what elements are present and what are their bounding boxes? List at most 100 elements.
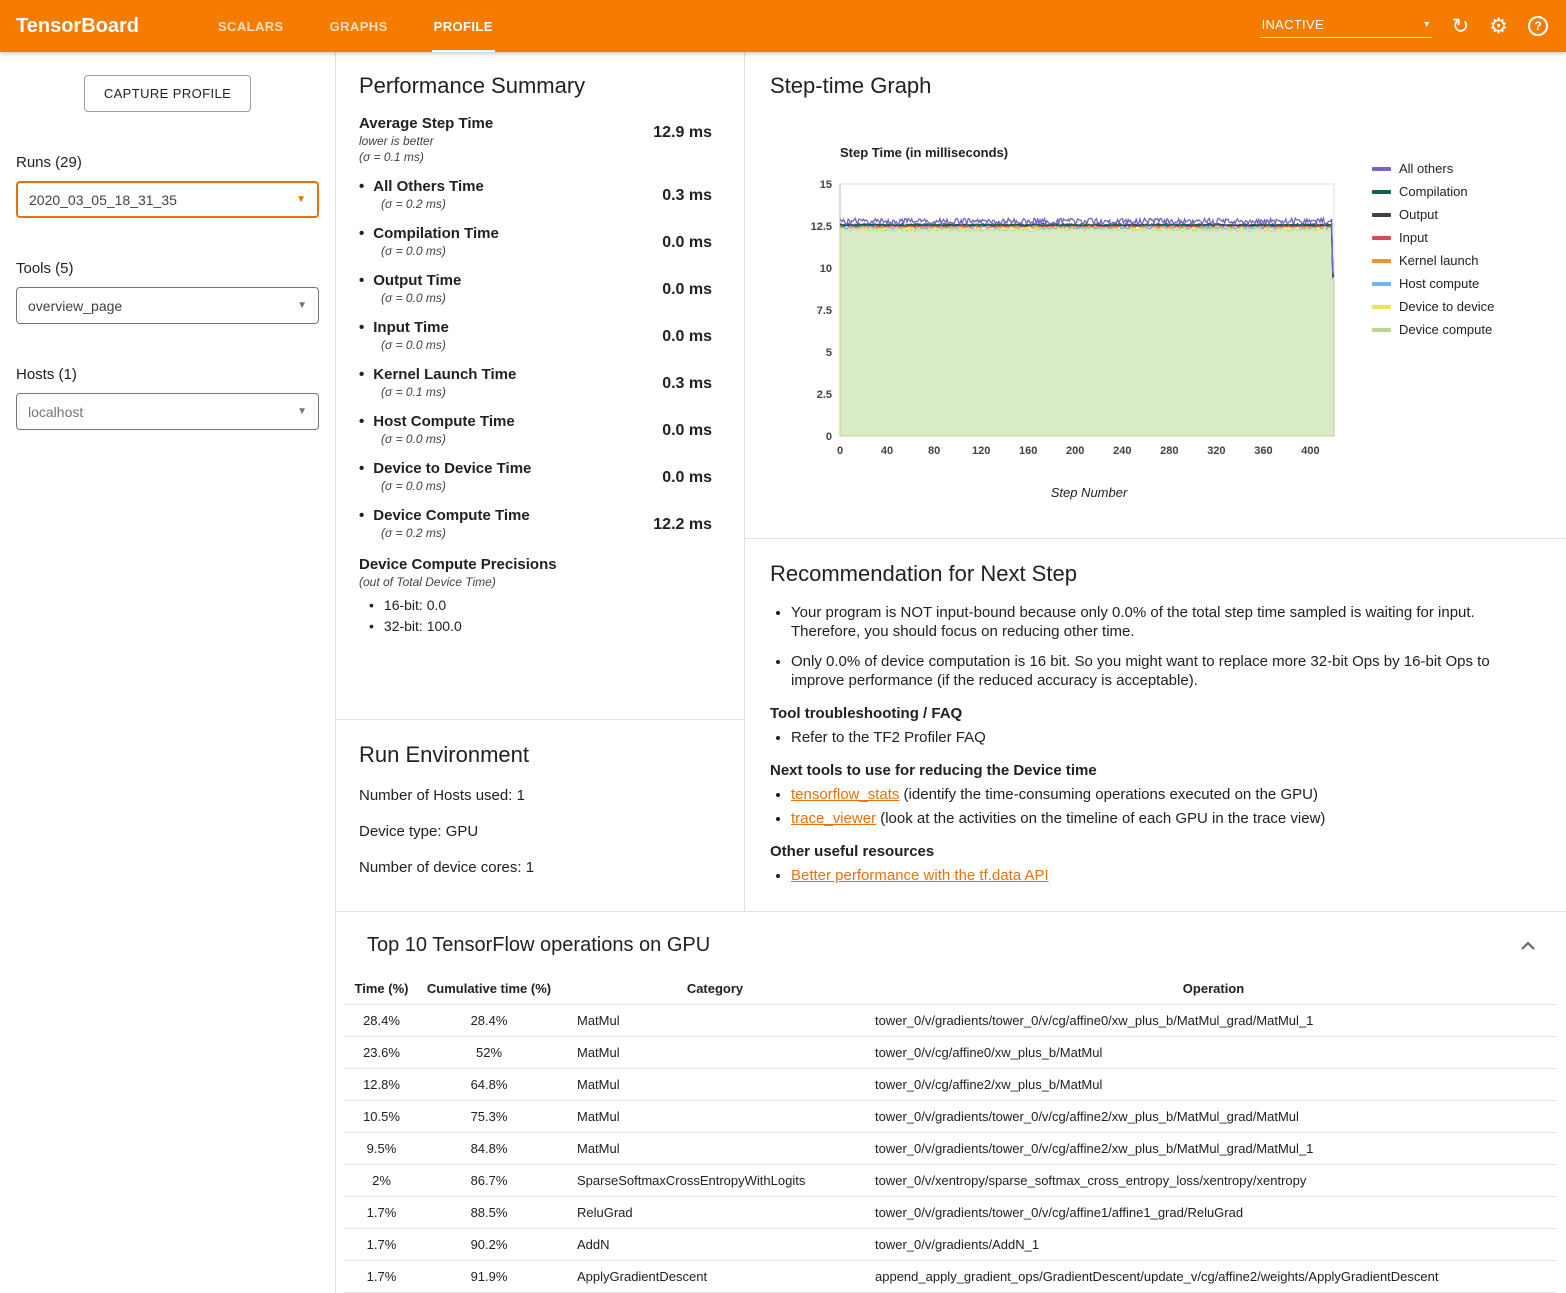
bullet-icon: • <box>359 460 364 477</box>
reload-status-label: INACTIVE <box>1262 17 1324 32</box>
next-tool-desc: (identify the time-consuming operations … <box>899 786 1318 803</box>
metric-value: 12.9 ms <box>653 124 712 164</box>
tab-graphs[interactable]: GRAPHS <box>307 0 411 52</box>
capture-profile-button[interactable]: CAPTURE PROFILE <box>84 75 251 112</box>
precision-32bit: •32-bit: 100.0 <box>369 618 728 634</box>
runs-label: Runs (29) <box>16 154 319 171</box>
metric-sigma: (σ = 0.1 ms) <box>381 385 516 399</box>
perf-metric-info: •Host Compute Time(σ = 0.0 ms) <box>359 413 515 446</box>
trace-viewer-link[interactable]: trace_viewer <box>791 810 876 827</box>
collapse-chevron-up-icon[interactable] <box>1516 937 1540 955</box>
cell-time: 9.5% <box>344 1133 419 1165</box>
cell-cumulative: 90.2% <box>419 1229 559 1261</box>
legend-swatch-icon <box>1372 236 1391 240</box>
cell-operation: tower_0/v/gradients/tower_0/v/cg/affine2… <box>871 1101 1556 1133</box>
performance-summary-card: Performance Summary Average Step Time lo… <box>336 52 744 720</box>
average-step-time-info: Average Step Time lower is better (σ = 0… <box>359 115 493 164</box>
page-layout: CAPTURE PROFILE Runs (29) 2020_03_05_18_… <box>0 52 1566 1293</box>
reload-status-select[interactable]: INACTIVE ▾ <box>1260 15 1432 38</box>
cell-cumulative: 75.3% <box>419 1101 559 1133</box>
svg-text:120: 120 <box>972 445 990 457</box>
perf-metric-row: •Compilation Time(σ = 0.0 ms)0.0 ms <box>359 225 728 258</box>
rec-bullet-16bit: Only 0.0% of device computation is 16 bi… <box>791 652 1526 690</box>
legend-label: Host compute <box>1399 276 1479 291</box>
precisions-title: Device Compute Precisions <box>359 556 728 573</box>
svg-text:280: 280 <box>1160 445 1178 457</box>
perf-metric-row: •All Others Time(σ = 0.2 ms)0.3 ms <box>359 178 728 211</box>
metric-sigma: (σ = 0.1 ms) <box>359 150 493 164</box>
gear-icon[interactable]: ⚙ <box>1489 16 1508 37</box>
legend-label: Compilation <box>1399 184 1468 199</box>
table-row: 23.6%52%MatMultower_0/v/cg/affine0/xw_pl… <box>344 1037 1556 1069</box>
resources-heading: Other useful resources <box>770 843 1526 860</box>
recommendation-card: Recommendation for Next Step Your progra… <box>745 539 1566 911</box>
metric-sigma: (σ = 0.0 ms) <box>381 244 499 258</box>
bullet-icon: • <box>359 272 364 289</box>
cell-category: MatMul <box>559 1133 871 1165</box>
hosts-select[interactable]: localhost ▼ <box>16 393 319 430</box>
step-time-graph-title: Step-time Graph <box>770 73 1566 99</box>
metric-sigma: (σ = 0.2 ms) <box>381 526 530 540</box>
tools-select[interactable]: overview_page ▼ <box>16 287 319 324</box>
main-nav: SCALARS GRAPHS PROFILE <box>195 0 516 52</box>
tools-group: Tools (5) overview_page ▼ <box>16 260 319 324</box>
performance-summary-title: Performance Summary <box>359 73 728 99</box>
header-time: Time (%) <box>344 973 419 1005</box>
env-device-type-line: Device type: GPU <box>359 823 728 840</box>
legend-item: Input <box>1372 230 1494 245</box>
table-row: 1.7%91.9%ApplyGradientDescentappend_appl… <box>344 1261 1556 1293</box>
metric-note: lower is better <box>359 134 493 148</box>
cell-cumulative: 28.4% <box>419 1005 559 1037</box>
chevron-down-icon: ▾ <box>1424 19 1429 30</box>
metric-value: 0.0 ms <box>662 469 712 493</box>
metric-label: •Device to Device Time <box>359 460 531 477</box>
run-environment-card: Run Environment Number of Hosts used: 1 … <box>336 720 744 911</box>
left-column: Performance Summary Average Step Time lo… <box>336 52 745 911</box>
table-row: 1.7%88.5%ReluGradtower_0/v/gradients/tow… <box>344 1197 1556 1229</box>
chart-legend: All othersCompilationOutputInputKernel l… <box>1372 161 1494 500</box>
cell-category: MatMul <box>559 1005 871 1037</box>
next-tool-item: tensorflow_stats (identify the time-cons… <box>791 785 1526 804</box>
tab-scalars[interactable]: SCALARS <box>195 0 307 52</box>
chevron-down-icon: ▼ <box>297 406 307 417</box>
bullet-icon: • <box>369 618 374 634</box>
cell-cumulative: 52% <box>419 1037 559 1069</box>
chart-x-axis-label: Step Number <box>794 485 1354 500</box>
metric-sigma: (σ = 0.0 ms) <box>381 291 461 305</box>
bullet-icon: • <box>359 178 364 195</box>
table-row: 12.8%64.8%MatMultower_0/v/cg/affine2/xw_… <box>344 1069 1556 1101</box>
perf-metric-row: •Input Time(σ = 0.0 ms)0.0 ms <box>359 319 728 352</box>
bullet-icon: • <box>369 597 374 613</box>
tools-label: Tools (5) <box>16 260 319 277</box>
cell-time: 1.7% <box>344 1229 419 1261</box>
help-icon[interactable]: ? <box>1528 16 1548 36</box>
metric-label: •All Others Time <box>359 178 484 195</box>
hosts-selected-value: localhost <box>28 404 83 420</box>
refresh-icon[interactable]: ↻ <box>1452 16 1470 37</box>
table-header-row: Time (%) Cumulative time (%) Category Op… <box>344 973 1556 1005</box>
table-row: 2%86.7%SparseSoftmaxCrossEntropyWithLogi… <box>344 1165 1556 1197</box>
env-hosts-line: Number of Hosts used: 1 <box>359 787 728 804</box>
perf-metric-info: •Device to Device Time(σ = 0.0 ms) <box>359 460 531 493</box>
runs-select[interactable]: 2020_03_05_18_31_35 ▼ <box>16 181 319 218</box>
metric-label: •Device Compute Time <box>359 507 530 524</box>
tensorflow-stats-link[interactable]: tensorflow_stats <box>791 786 899 803</box>
cell-operation: tower_0/v/cg/affine0/xw_plus_b/MatMul <box>871 1037 1556 1069</box>
cell-category: MatMul <box>559 1069 871 1101</box>
svg-text:360: 360 <box>1254 445 1272 457</box>
tfdata-performance-link[interactable]: Better performance with the tf.data API <box>791 867 1049 884</box>
cell-cumulative: 91.9% <box>419 1261 559 1293</box>
legend-label: Device to device <box>1399 299 1494 314</box>
metric-value: 0.0 ms <box>662 234 712 258</box>
cell-cumulative: 88.5% <box>419 1197 559 1229</box>
metric-sigma: (σ = 0.0 ms) <box>381 338 449 352</box>
cell-cumulative: 86.7% <box>419 1165 559 1197</box>
table-row: 10.5%75.3%MatMultower_0/v/gradients/towe… <box>344 1101 1556 1133</box>
bullet-icon: • <box>359 319 364 336</box>
cell-operation: tower_0/v/xentropy/sparse_softmax_cross_… <box>871 1165 1556 1197</box>
tab-profile[interactable]: PROFILE <box>411 0 516 52</box>
legend-item: Host compute <box>1372 276 1494 291</box>
top-ops-table: Time (%) Cumulative time (%) Category Op… <box>344 973 1556 1293</box>
chart-area: Step Time (in milliseconds) 02.557.51012… <box>770 115 1566 500</box>
cell-cumulative: 64.8% <box>419 1069 559 1101</box>
